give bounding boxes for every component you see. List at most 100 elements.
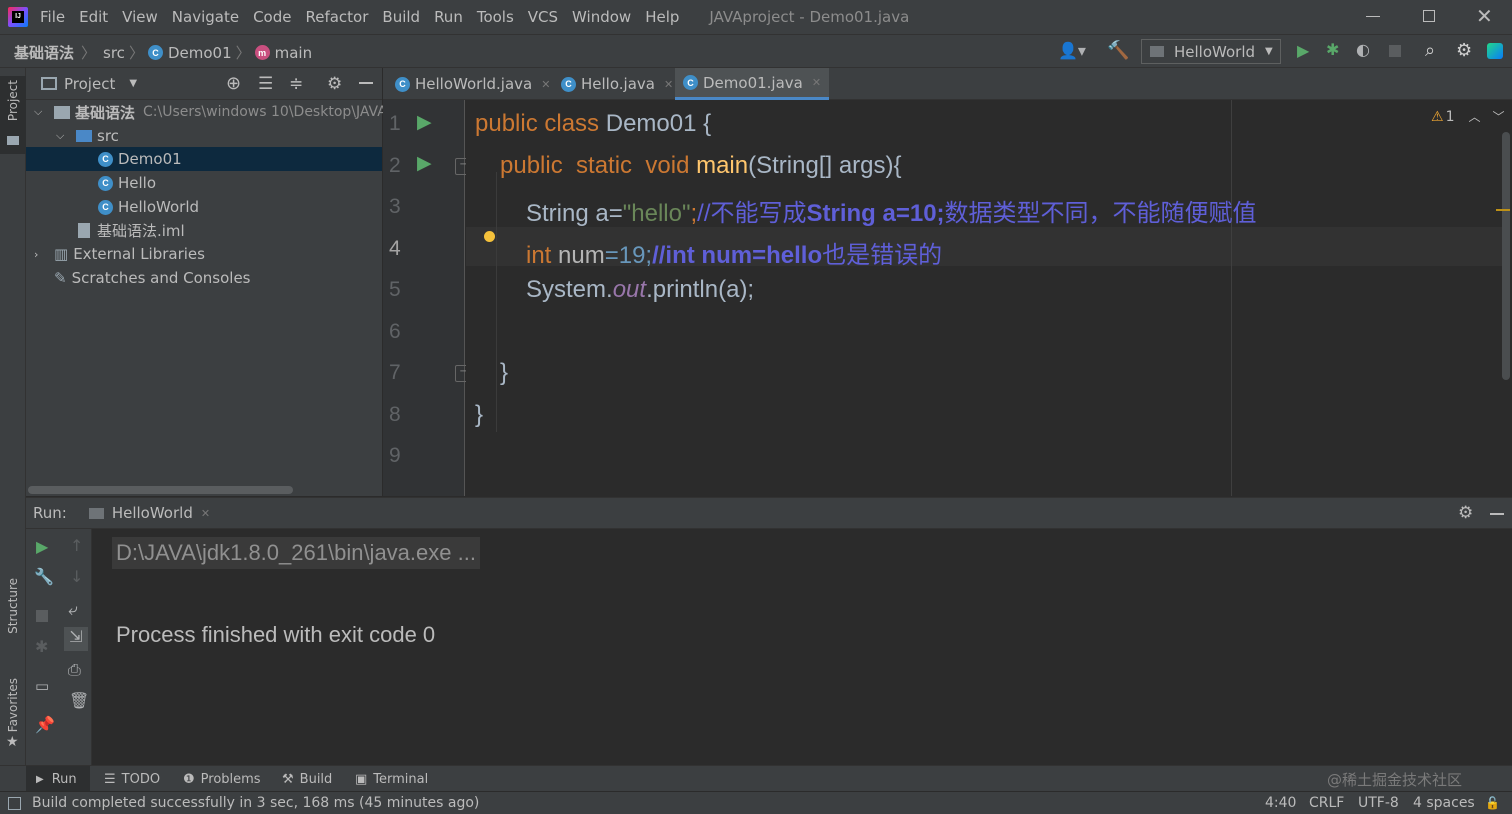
tree-scratches[interactable]: ✎ Scratches and Consoles [54, 266, 251, 290]
status-message[interactable]: Build completed successfully in 3 sec, 1… [32, 795, 479, 811]
tree-file-iml[interactable]: 基础语法.iml [78, 218, 185, 242]
collapse-all-icon[interactable]: ≑ [289, 74, 303, 94]
close-window-button[interactable]: ✕ [1476, 4, 1493, 28]
gear-icon[interactable]: ⚙ [1458, 503, 1473, 523]
close-icon[interactable]: ✕ [812, 76, 821, 89]
debug-icon[interactable]: ✱ [1326, 40, 1339, 59]
minimize-button[interactable] [1366, 16, 1380, 17]
bottom-tab-terminal[interactable]: ▣ Terminal [355, 766, 428, 792]
code-editor[interactable]: public class Demo01 { public static void… [466, 100, 1512, 496]
layout-icon[interactable]: ▭ [35, 677, 49, 695]
menu-build[interactable]: Build [382, 8, 420, 26]
menu-run[interactable]: Run [434, 8, 463, 26]
tree-src[interactable]: ⌵ src [56, 124, 119, 148]
gear-icon[interactable]: ⚙ [327, 74, 342, 94]
settings-gear-icon[interactable]: ⚙ [1456, 40, 1472, 61]
lightbulb-icon[interactable] [484, 231, 495, 242]
run-gutter-icon[interactable]: ▶ [417, 111, 432, 133]
stop-icon[interactable] [1389, 45, 1401, 57]
restore-button[interactable] [1423, 10, 1435, 22]
project-tool-label: Project [6, 80, 20, 122]
menu-window[interactable]: Window [572, 8, 631, 26]
menu-help[interactable]: Help [645, 8, 679, 26]
expand-all-icon[interactable]: ☰ [258, 74, 273, 94]
build-hammer-icon[interactable]: 🔨 [1107, 40, 1129, 61]
chevron-up-icon[interactable]: ︿ [1468, 108, 1480, 125]
line-separator[interactable]: CRLF [1309, 795, 1344, 811]
plugin-logo-icon[interactable] [1487, 43, 1503, 59]
tree-file-hello[interactable]: C Hello [98, 171, 156, 195]
tree-root[interactable]: ⌵ 基础语法 C:\Users\windows 10\Desktop\JAVA [34, 100, 387, 124]
indent-setting[interactable]: 4 spaces [1413, 795, 1475, 811]
stop-icon[interactable] [36, 610, 48, 622]
close-icon[interactable]: ✕ [664, 78, 673, 91]
breadcrumb-src[interactable]: src [103, 44, 125, 62]
bottom-tab-label: Terminal [373, 771, 429, 787]
soft-wrap-icon[interactable]: ⤶ [68, 600, 78, 620]
bottom-tab-problems[interactable]: ❶ Problems [183, 766, 261, 792]
up-arrow-icon[interactable]: ↑ [70, 536, 83, 555]
structure-tool-label[interactable]: Structure [6, 578, 20, 634]
dump-threads-icon[interactable]: ✱ [35, 637, 48, 656]
status-toggle-icon[interactable] [8, 796, 21, 810]
breadcrumb-class[interactable]: Demo01 [168, 44, 232, 62]
hide-panel-icon[interactable] [359, 82, 373, 84]
menu-code[interactable]: Code [253, 8, 291, 26]
menu-refactor[interactable]: Refactor [305, 8, 368, 26]
scroll-to-end-icon[interactable]: ⇲ [64, 627, 88, 651]
tab-demo01[interactable]: C Demo01.java ✕ [675, 68, 830, 100]
user-icon[interactable]: 👤▾ [1058, 41, 1086, 60]
locate-icon[interactable]: ⊕ [226, 73, 241, 94]
pin-icon[interactable]: 📌 [35, 715, 55, 734]
menu-edit[interactable]: Edit [79, 8, 108, 26]
menu-navigate[interactable]: Navigate [172, 8, 239, 26]
run-console[interactable]: D:\JAVA\jdk1.8.0_261\bin\java.exe ... Pr… [92, 529, 1512, 765]
tree-external-libraries[interactable]: › ▥ External Libraries [34, 242, 205, 266]
run-tab-label[interactable]: HelloWorld [112, 504, 193, 522]
vertical-scrollbar[interactable] [1502, 132, 1510, 380]
rerun-icon[interactable]: ▶ [36, 537, 48, 556]
breadcrumb-project[interactable]: 基础语法 [14, 42, 74, 63]
run-config-select[interactable]: HelloWorld ▼ [1141, 39, 1281, 64]
bottom-tab-run[interactable]: ▶ Run [26, 766, 90, 792]
chevron-down-icon[interactable]: ▼ [129, 78, 137, 89]
close-icon[interactable]: ✕ [201, 507, 210, 520]
tree-file-helloworld[interactable]: C HelloWorld [98, 195, 199, 219]
module-folder-icon [54, 105, 70, 119]
bottom-tab-build[interactable]: ⚒ Build [282, 766, 332, 792]
tree-file-demo01[interactable]: C Demo01 [98, 147, 182, 171]
menu-tools[interactable]: Tools [477, 8, 514, 26]
code-text: String a= [526, 200, 623, 227]
tab-label: HelloWorld.java [415, 75, 533, 93]
bottom-tab-todo[interactable]: ☰ TODO [104, 766, 160, 792]
tab-helloworld[interactable]: C HelloWorld.java ✕ [387, 68, 558, 100]
hide-panel-icon[interactable] [1490, 513, 1504, 515]
breadcrumb-method[interactable]: main [275, 44, 312, 62]
wrench-icon[interactable]: 🔧 [34, 567, 54, 586]
menu-view[interactable]: View [122, 8, 158, 26]
run-gutter-icon[interactable]: ▶ [417, 152, 432, 174]
lock-icon[interactable]: 🔓 [1485, 796, 1500, 810]
warning-count: 1 [1445, 108, 1455, 125]
tree-selected-row [26, 147, 382, 171]
run-icon[interactable]: ▶ [1297, 41, 1309, 60]
print-icon[interactable]: ⎙ [68, 660, 81, 680]
menu-vcs[interactable]: VCS [528, 8, 558, 26]
project-tool-tab[interactable]: Project [0, 76, 26, 154]
coverage-icon[interactable]: ◐ [1356, 40, 1370, 59]
tab-hello[interactable]: C Hello.java ✕ [553, 68, 681, 100]
warning-stripe-marker[interactable] [1496, 209, 1510, 211]
file-encoding[interactable]: UTF-8 [1358, 795, 1399, 811]
chevron-down-icon[interactable]: ﹀ [1493, 108, 1505, 125]
down-arrow-icon[interactable]: ↓ [70, 567, 83, 586]
trash-icon[interactable]: 🗑 [69, 691, 89, 710]
caret-position[interactable]: 4:40 [1265, 795, 1296, 811]
menu-file[interactable]: File [40, 8, 65, 26]
project-view-select[interactable]: Project [64, 75, 115, 93]
horizontal-scrollbar[interactable] [28, 486, 293, 494]
search-icon[interactable]: ⌕ [1425, 40, 1435, 61]
close-icon[interactable]: ✕ [541, 78, 550, 91]
favorites-tool-label[interactable]: Favorites [6, 678, 20, 732]
inspection-widget[interactable]: ⚠ 1 ︿ ﹀ [1431, 108, 1505, 125]
keyword: int [526, 242, 559, 269]
